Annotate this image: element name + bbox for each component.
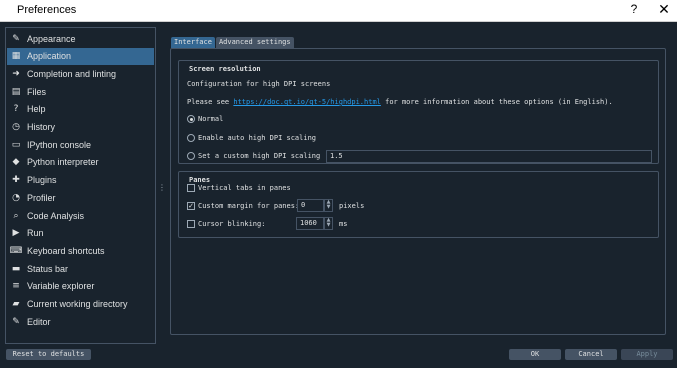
normal-label[interactable]: Normal bbox=[198, 115, 223, 123]
cursor-blinking-label[interactable]: Cursor blinking: bbox=[198, 220, 265, 228]
sidebar-item-label: Profiler bbox=[27, 192, 56, 203]
custom-scaling-label[interactable]: Set a custom high DPI scaling bbox=[198, 152, 320, 160]
brush-icon: ✎ bbox=[12, 33, 20, 44]
cursor-blinking-checkbox[interactable] bbox=[187, 220, 195, 228]
tab-bar: Interface Advanced settings bbox=[171, 37, 295, 48]
splitter-handle[interactable]: ⋮ bbox=[158, 183, 166, 192]
cursor-blinking-unit: ms bbox=[339, 220, 348, 228]
sidebar-item-variable-explorer[interactable]: ≡ Variable explorer bbox=[7, 278, 154, 295]
sidebar-item-profiler[interactable]: ◔ Profiler bbox=[7, 189, 154, 206]
group-title: Panes bbox=[189, 176, 211, 184]
ok-button[interactable]: OK bbox=[509, 349, 561, 360]
see-prefix: Please see bbox=[187, 98, 230, 106]
sidebar-item-label: Python interpreter bbox=[27, 157, 99, 168]
custom-scaling-radio[interactable] bbox=[187, 152, 195, 160]
cancel-button[interactable]: Cancel bbox=[565, 349, 617, 360]
custom-scaling-input[interactable]: 1.5 bbox=[326, 150, 652, 163]
spin-down-icon[interactable]: ▼ bbox=[325, 205, 332, 210]
auto-scaling-label[interactable]: Enable auto high DPI scaling bbox=[198, 134, 316, 142]
sidebar-item-python-interpreter[interactable]: ◆ Python interpreter bbox=[7, 154, 154, 171]
auto-scaling-radio[interactable] bbox=[187, 134, 195, 142]
completion-arrow-icon: ➜ bbox=[12, 68, 20, 79]
tab-advanced-settings[interactable]: Advanced settings bbox=[215, 37, 294, 48]
title-bar: Preferences ? ✕ bbox=[0, 0, 677, 22]
puzzle-icon: ✚ bbox=[12, 175, 20, 186]
spin-down-icon[interactable]: ▼ bbox=[325, 223, 332, 228]
sidebar-item-appearance[interactable]: ✎ Appearance bbox=[7, 30, 154, 47]
console-icon: ▭ bbox=[11, 139, 21, 150]
sidebar-item-plugins[interactable]: ✚ Plugins bbox=[7, 172, 154, 189]
sidebar-item-application[interactable]: ▦ Application bbox=[7, 47, 154, 65]
sidebar-item-editor[interactable]: ✎ Editor bbox=[7, 313, 154, 330]
see-suffix: for more information about these options… bbox=[385, 98, 613, 106]
sidebar-item-history[interactable]: ◷ History bbox=[7, 119, 154, 136]
apply-button[interactable]: Apply bbox=[621, 349, 673, 360]
sidebar-item-completion-and-linting[interactable]: ➜ Completion and linting bbox=[7, 65, 154, 82]
sidebar-item-label: Variable explorer bbox=[27, 281, 95, 292]
sidebar-item-label: Code Analysis bbox=[27, 210, 85, 221]
custom-margin-unit: pixels bbox=[339, 202, 365, 210]
folder-icon: ▰ bbox=[12, 299, 20, 309]
sidebar-item-label: IPython console bbox=[27, 139, 92, 150]
custom-margin-stepper[interactable]: ▲ ▼ bbox=[324, 199, 333, 212]
sidebar-item-help[interactable]: ? Help bbox=[7, 101, 154, 118]
cursor-blinking-spinbox[interactable]: 1060 bbox=[296, 217, 324, 230]
sidebar-item-code-analysis[interactable]: ⌕ Code Analysis bbox=[7, 207, 154, 224]
sidebar-item-label: Editor bbox=[27, 316, 51, 327]
custom-margin-checkbox[interactable]: ✓ bbox=[187, 202, 195, 210]
help-circle-icon: ? bbox=[13, 104, 19, 115]
sidebar-item-current-working-directory[interactable]: ▰ Current working directory bbox=[7, 296, 154, 313]
sidebar-item-label: Keyboard shortcuts bbox=[27, 245, 105, 256]
screen-resolution-group: Screen resolution Configuration for high… bbox=[178, 60, 659, 164]
reset-to-defaults-button[interactable]: Reset to defaults bbox=[6, 349, 91, 360]
normal-radio[interactable] bbox=[187, 115, 195, 123]
sidebar-item-label: Appearance bbox=[27, 33, 76, 44]
python-logo-icon: ◆ bbox=[12, 157, 20, 168]
custom-margin-label[interactable]: Custom margin for panes: bbox=[198, 202, 299, 210]
keyboard-icon: ⌨ bbox=[9, 245, 23, 256]
sidebar-item-label: Run bbox=[27, 228, 44, 239]
sidebar-item-label: Plugins bbox=[27, 175, 57, 186]
vertical-tabs-label[interactable]: Vertical tabs in panes bbox=[198, 184, 291, 192]
sidebar-item-ipython-console[interactable]: ▭ IPython console bbox=[7, 136, 154, 153]
files-icon: ▤ bbox=[11, 86, 21, 97]
help-icon[interactable]: ? bbox=[627, 2, 641, 18]
tab-interface[interactable]: Interface bbox=[171, 37, 215, 48]
sidebar-item-label: Status bar bbox=[27, 263, 69, 274]
sidebar-item-label: Application bbox=[27, 51, 72, 62]
profiler-clock-icon: ◔ bbox=[12, 192, 20, 203]
sidebar-item-label: Help bbox=[27, 104, 46, 115]
highdpi-link[interactable]: https://doc.qt.io/qt-5/highdpi.html bbox=[233, 98, 381, 106]
dpi-description: Configuration for high DPI screens bbox=[187, 80, 331, 88]
application-window-icon: ▦ bbox=[11, 51, 21, 62]
window-title: Preferences bbox=[17, 4, 77, 16]
variable-list-icon: ≡ bbox=[12, 281, 20, 292]
group-title: Screen resolution bbox=[189, 65, 261, 73]
sidebar-item-files[interactable]: ▤ Files bbox=[7, 83, 154, 100]
pencil-icon: ✎ bbox=[12, 316, 20, 327]
close-icon[interactable]: ✕ bbox=[656, 1, 672, 19]
vertical-tabs-checkbox[interactable] bbox=[187, 184, 195, 192]
status-bar-icon: ▬ bbox=[11, 263, 21, 274]
sidebar-item-label: Current working directory bbox=[27, 299, 128, 309]
sidebar-item-run[interactable]: ▶ Run bbox=[7, 225, 154, 242]
history-icon: ◷ bbox=[12, 122, 20, 132]
sidebar-item-label: Completion and linting bbox=[27, 68, 117, 79]
run-play-icon: ▶ bbox=[12, 228, 20, 239]
custom-margin-spinbox[interactable]: 0 bbox=[297, 199, 324, 212]
preferences-sidebar: ✎ Appearance ▦ Application ➜ Completion and l… bbox=[5, 27, 156, 344]
code-analysis-icon: ⌕ bbox=[13, 210, 19, 221]
sidebar-item-keyboard-shortcuts[interactable]: ⌨ Keyboard shortcuts bbox=[7, 242, 154, 259]
panes-group: Panes Vertical tabs in panes ✓ Custom ma… bbox=[178, 171, 659, 238]
sidebar-item-label: History bbox=[27, 122, 56, 132]
sidebar-item-label: Files bbox=[27, 86, 47, 97]
cursor-blinking-stepper[interactable]: ▲ ▼ bbox=[324, 217, 333, 230]
tab-panel: Screen resolution Configuration for high… bbox=[170, 48, 666, 335]
dpi-help-text: Please see https://doc.qt.io/qt-5/highdp… bbox=[187, 98, 613, 106]
sidebar-item-status-bar[interactable]: ▬ Status bar bbox=[7, 260, 154, 277]
